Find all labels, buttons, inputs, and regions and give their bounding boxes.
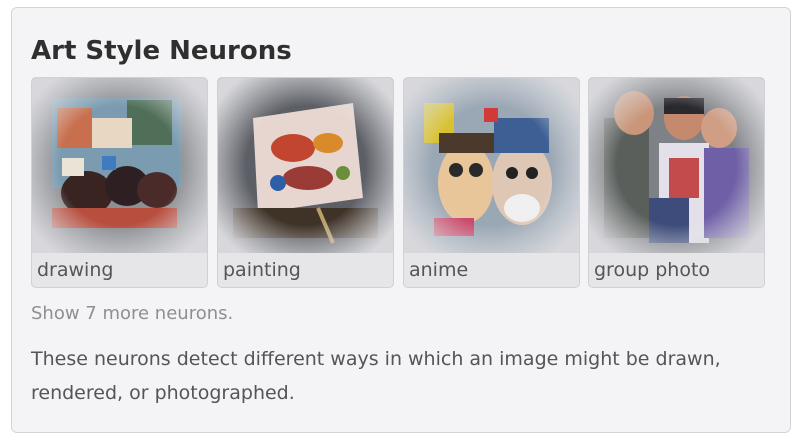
neuron-label: anime — [409, 259, 469, 281]
panel-description: These neurons detect different ways in w… — [31, 348, 721, 404]
anime-thumbnail — [404, 78, 579, 253]
panel-title: Art Style Neurons — [31, 36, 292, 66]
neuron-card-drawing[interactable]: drawing — [31, 77, 208, 288]
painting-thumbnail — [218, 78, 393, 253]
drawing-thumbnail — [32, 78, 207, 253]
neuron-card-anime[interactable]: anime — [403, 77, 580, 288]
group-photo-thumbnail — [589, 78, 764, 253]
show-more-neurons-link[interactable]: Show 7 more neurons. — [31, 301, 233, 327]
neuron-card-group-photo[interactable]: group photo — [588, 77, 765, 288]
neuron-label: drawing — [37, 259, 114, 281]
neuron-label: group photo — [594, 259, 711, 281]
neuron-card-painting[interactable]: painting — [217, 77, 394, 288]
neuron-label: painting — [223, 259, 301, 281]
art-style-neurons-panel: Art Style Neurons drawing painting anime… — [11, 7, 791, 433]
